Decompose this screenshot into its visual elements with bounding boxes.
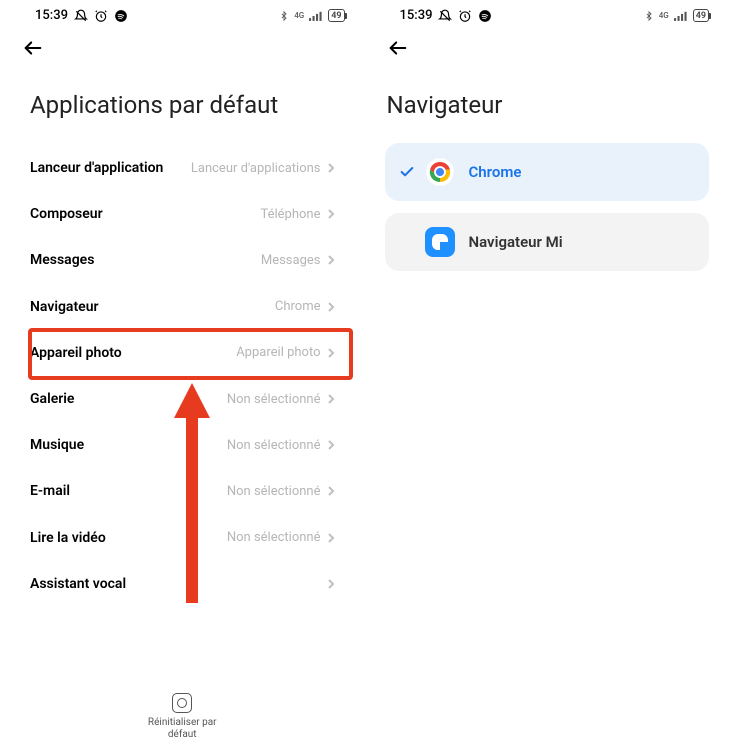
mi-browser-icon	[425, 227, 455, 257]
signal-bars-icon	[674, 10, 688, 22]
right-screen: 15:39 4G 49 Navigateur	[365, 0, 729, 751]
signal-4g-icon: 4G	[659, 11, 669, 20]
setting-label: Lanceur d'application	[30, 159, 163, 177]
back-row	[365, 27, 729, 69]
reset-label: Réinitialiser par défaut	[137, 717, 227, 741]
alarm-muted-icon	[438, 9, 452, 23]
status-time: 15:39	[35, 8, 68, 23]
bluetooth-icon	[279, 9, 289, 23]
setting-label: Galerie	[30, 390, 74, 408]
setting-label: E-mail	[30, 482, 70, 500]
chrome-icon	[425, 157, 455, 187]
status-right: 4G 49	[644, 9, 709, 23]
status-bar: 15:39 4G 49	[365, 0, 729, 27]
setting-label: Messages	[30, 251, 94, 269]
chevron-right-icon	[327, 578, 335, 590]
status-time: 15:39	[400, 8, 433, 23]
settings-list: Lanceur d'application Lanceur d'applicat…	[0, 145, 365, 607]
left-screen: 15:39 4G 49 Applications par	[0, 0, 365, 751]
browser-label: Chrome	[469, 163, 522, 181]
setting-label: Appareil photo	[30, 344, 122, 362]
chevron-right-icon	[327, 439, 335, 451]
chevron-right-icon	[327, 301, 335, 313]
setting-gallery[interactable]: Galerie Non sélectionné	[30, 376, 335, 422]
reset-defaults-button[interactable]: Réinitialiser par défaut	[0, 693, 365, 741]
setting-launcher[interactable]: Lanceur d'application Lanceur d'applicat…	[30, 145, 335, 191]
setting-value: Appareil photo	[236, 345, 320, 360]
setting-music[interactable]: Musique Non sélectionné	[30, 422, 335, 468]
setting-value: Non sélectionné	[227, 438, 321, 453]
spotify-icon	[478, 9, 492, 23]
status-right: 4G 49	[279, 9, 344, 23]
setting-value: Non sélectionné	[227, 484, 321, 499]
browser-option-chrome[interactable]: Chrome	[385, 143, 710, 201]
status-bar: 15:39 4G 49	[0, 0, 365, 27]
battery-icon: 49	[693, 9, 709, 22]
browser-option-mi[interactable]: Navigateur Mi	[385, 213, 710, 271]
chevron-right-icon	[327, 162, 335, 174]
page-title: Navigateur	[365, 69, 729, 143]
setting-value: Téléphone	[260, 207, 320, 222]
setting-dialer[interactable]: Composeur Téléphone	[30, 191, 335, 237]
setting-value: Non sélectionné	[227, 392, 321, 407]
setting-email[interactable]: E-mail Non sélectionné	[30, 468, 335, 514]
spotify-icon	[114, 9, 128, 23]
setting-value: Messages	[261, 253, 321, 268]
chevron-right-icon	[327, 485, 335, 497]
back-button[interactable]	[22, 44, 44, 63]
chevron-right-icon	[327, 532, 335, 544]
setting-value: Non sélectionné	[227, 530, 321, 545]
setting-camera[interactable]: Appareil photo Appareil photo	[30, 330, 335, 376]
battery-icon: 49	[328, 9, 344, 22]
status-left: 15:39	[35, 8, 128, 23]
checkmark-icon	[399, 164, 419, 180]
alarm-icon	[94, 9, 108, 23]
setting-label: Assistant vocal	[30, 575, 126, 593]
alarm-muted-icon	[74, 9, 88, 23]
alarm-icon	[458, 9, 472, 23]
browser-label: Navigateur Mi	[469, 233, 563, 251]
chevron-right-icon	[327, 393, 335, 405]
setting-value: Lanceur d'applications	[191, 161, 321, 176]
setting-label: Lire la vidéo	[30, 529, 106, 547]
setting-browser[interactable]: Navigateur Chrome	[30, 284, 335, 330]
browser-option-list: Chrome Navigateur Mi	[365, 143, 729, 271]
setting-label: Navigateur	[30, 298, 99, 316]
page-title: Applications par défaut	[0, 69, 365, 145]
setting-video[interactable]: Lire la vidéo Non sélectionné	[30, 515, 335, 561]
chevron-right-icon	[327, 208, 335, 220]
signal-bars-icon	[309, 10, 323, 22]
setting-label: Musique	[30, 436, 84, 454]
back-button[interactable]	[387, 44, 409, 63]
bluetooth-icon	[644, 9, 654, 23]
setting-value: Chrome	[275, 299, 321, 314]
chevron-right-icon	[327, 347, 335, 359]
signal-4g-icon: 4G	[294, 11, 304, 20]
back-row	[0, 27, 365, 69]
status-left: 15:39	[400, 8, 493, 23]
setting-voice-assistant[interactable]: Assistant vocal	[30, 561, 335, 607]
chevron-right-icon	[327, 254, 335, 266]
setting-messages[interactable]: Messages Messages	[30, 237, 335, 283]
setting-label: Composeur	[30, 205, 103, 223]
reset-icon	[172, 693, 192, 713]
